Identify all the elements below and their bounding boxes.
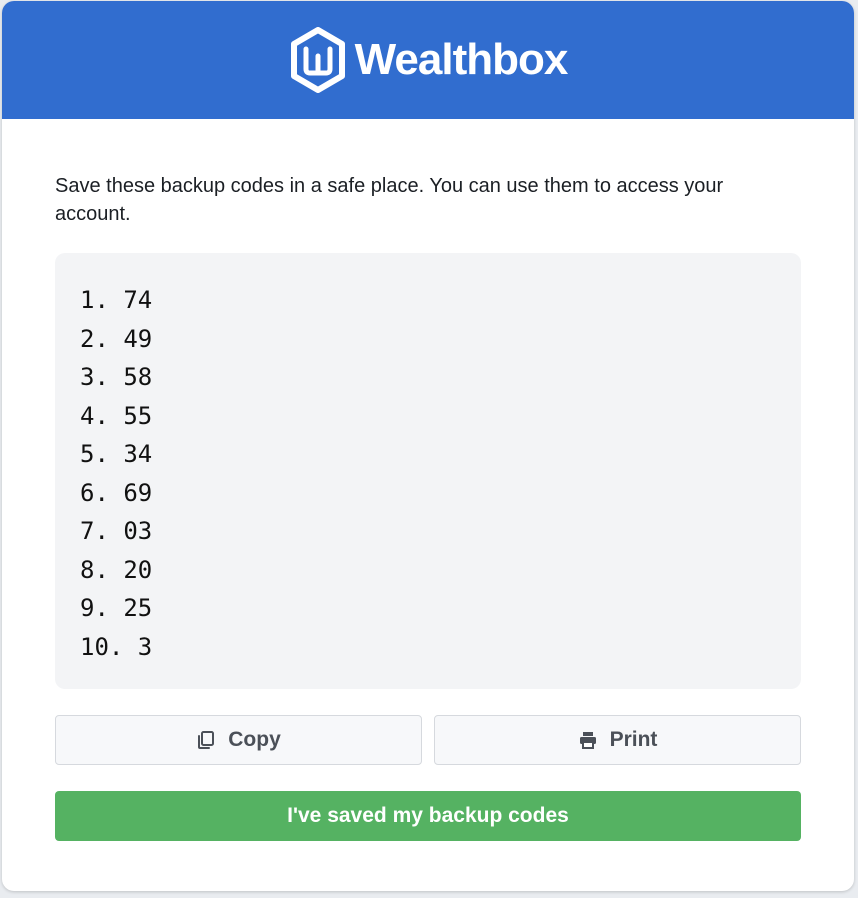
confirm-saved-button[interactable]: I've saved my backup codes	[55, 791, 801, 841]
intro-text: Save these backup codes in a safe place.…	[55, 175, 724, 225]
backup-code-item: 10. 3	[80, 632, 153, 661]
backup-code-item: 9. 25	[80, 594, 153, 622]
backup-code-item: 7. 03	[80, 517, 153, 545]
copy-button[interactable]: Copy	[55, 715, 422, 765]
backup-code-item: 6. 69	[80, 478, 153, 507]
card-body: Save these backup codes in a safe place.…	[55, 119, 801, 841]
secondary-actions: Copy Print	[55, 715, 801, 765]
print-button[interactable]: Print	[434, 715, 801, 765]
backup-codes-card: Wealthbox Save these backup codes in a s…	[2, 1, 854, 891]
backup-code-item: 2. 49	[80, 324, 153, 353]
backup-code-item: 5. 34	[80, 440, 153, 468]
copy-button-label: Copy	[228, 728, 281, 751]
printer-icon	[579, 732, 596, 749]
brand-name: Wealthbox	[354, 35, 569, 84]
wealthbox-logo-icon	[290, 27, 345, 93]
copy-icon	[198, 731, 215, 749]
backup-codes-box: 1. 74 2. 49 3. 58 4. 55 5. 34 6. 69 7. 0…	[55, 253, 801, 689]
brand-header: Wealthbox	[2, 1, 854, 119]
backup-codes-list: 1. 74 2. 49 3. 58 4. 55 5. 34 6. 69 7. 0…	[55, 253, 801, 666]
backup-code-item: 3. 58	[80, 363, 153, 391]
backup-code-item: 4. 55	[80, 401, 153, 430]
backup-code-item: 8. 20	[80, 555, 153, 584]
backup-code-item: 1. 74	[80, 286, 153, 314]
brand: Wealthbox	[289, 27, 568, 93]
print-button-label: Print	[609, 728, 658, 751]
